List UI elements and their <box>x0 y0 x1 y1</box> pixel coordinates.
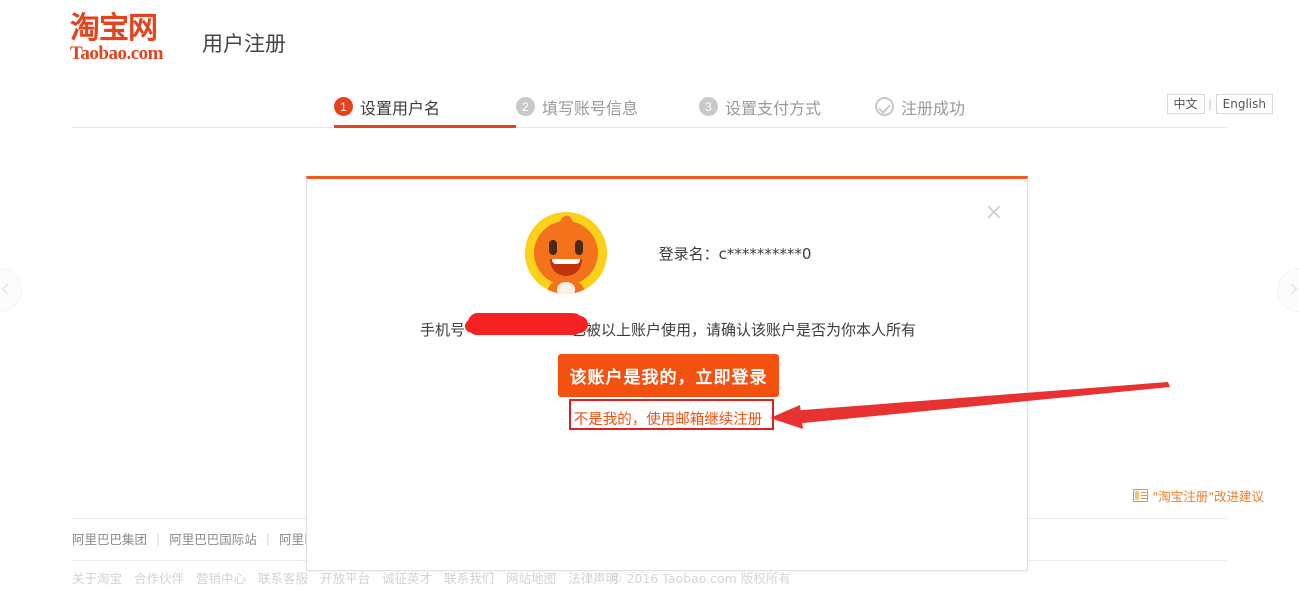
login-with-this-account-button[interactable]: 该账户是我的，立即登录 <box>558 354 779 397</box>
lang-separator: | <box>1208 97 1212 111</box>
lang-chinese-button[interactable]: 中文 <box>1166 94 1205 114</box>
footer-partner-links: 阿里巴巴集团 | 阿里巴巴国际站 | 阿里巴 <box>72 529 316 548</box>
avatar-eye-left <box>548 240 557 255</box>
page-title: 用户注册 <box>202 32 286 56</box>
step-payment-method[interactable]: 3 设置支付方式 <box>699 86 821 127</box>
step-2-label: 填写账号信息 <box>542 98 639 118</box>
step-account-info[interactable]: 2 填写账号信息 <box>516 86 638 127</box>
step-set-username[interactable]: 1 设置用户名 <box>334 86 517 128</box>
modal-identity-row: 登录名：c**********0 <box>307 212 1029 294</box>
step-1-label: 设置用户名 <box>360 98 441 118</box>
logo-english-text: Taobao.com <box>70 43 164 64</box>
taobao-logo[interactable]: 淘宝网 Taobao.com <box>70 12 186 64</box>
avatar <box>524 212 607 294</box>
step-3-label: 设置支付方式 <box>725 98 822 118</box>
brand-block: 淘宝网 Taobao.com 用户注册 <box>70 12 286 64</box>
account-exists-modal: × 登录名：c**********0 手机号 已被以上账户使用，请确认该账户是否为… <box>306 176 1028 571</box>
check-icon <box>875 97 894 116</box>
continue-with-email-link[interactable]: 不是我的，使用邮箱继续注册 <box>573 408 763 429</box>
language-switcher: 中文 | English <box>1166 94 1273 114</box>
footer-sep-1: | <box>156 531 161 546</box>
footer-link-service[interactable]: 联系客服 <box>258 568 308 587</box>
page-header: 淘宝网 Taobao.com 用户注册 1 设置用户名 2 填写账号信息 3 设… <box>0 0 1299 128</box>
note-icon <box>1132 489 1148 502</box>
logo-chinese-text: 淘宝网 <box>70 11 158 46</box>
account-exists-notice: 手机号 已被以上账户使用，请确认该账户是否为你本人所有 <box>307 319 1029 340</box>
notice-suffix: 已被以上账户使用，请确认该账户是否为你本人所有 <box>571 321 917 339</box>
step-4-label: 注册成功 <box>901 98 966 118</box>
step-registration-success[interactable]: 注册成功 <box>875 86 965 127</box>
carousel-prev-button[interactable] <box>0 268 22 312</box>
registration-page: 淘宝网 Taobao.com 用户注册 1 设置用户名 2 填写账号信息 3 设… <box>0 0 1299 599</box>
footer-link-about[interactable]: 关于淘宝 <box>72 568 122 587</box>
step-3-badge: 3 <box>699 97 718 116</box>
lang-english-button[interactable]: English <box>1215 94 1273 114</box>
avatar-bib <box>556 282 575 294</box>
login-name-label: 登录名： <box>658 244 719 263</box>
footer-link-alibaba-intl[interactable]: 阿里巴巴国际站 <box>169 529 257 548</box>
footer-link-alibaba-group[interactable]: 阿里巴巴集团 <box>72 529 147 548</box>
chevron-right-icon <box>1286 283 1298 295</box>
step-2-badge: 2 <box>516 97 535 116</box>
feedback-label: "淘宝注册"改进建议 <box>1152 489 1265 504</box>
feedback-link[interactable]: "淘宝注册"改进建议 <box>1132 486 1265 505</box>
avatar-eye-right <box>574 240 583 255</box>
chevron-left-icon <box>1 283 13 295</box>
carousel-next-button[interactable] <box>1277 268 1299 312</box>
step-indicator: 1 设置用户名 2 填写账号信息 3 设置支付方式 注册成功 <box>72 86 1227 128</box>
notice-prefix: 手机号 <box>419 321 465 339</box>
footer-link-partners[interactable]: 合作伙伴 <box>134 568 184 587</box>
footer-link-marketing[interactable]: 营销中心 <box>196 568 246 587</box>
login-name-row: 登录名：c**********0 <box>659 243 812 264</box>
footer-sep-2: | <box>265 531 270 546</box>
step-1-badge: 1 <box>334 97 353 116</box>
login-name-value: c**********0 <box>718 244 812 263</box>
